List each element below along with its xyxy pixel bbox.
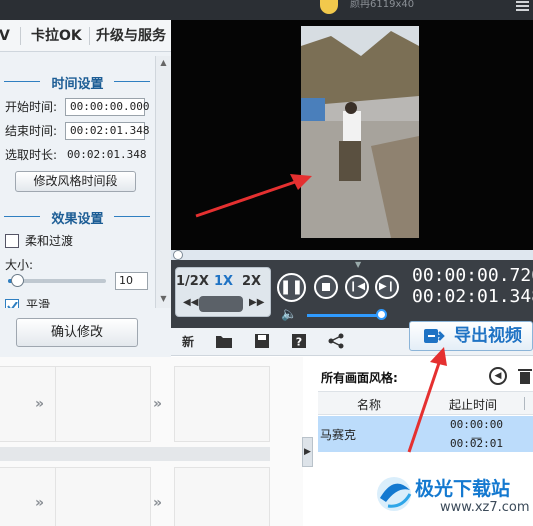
annotation-arrow-icon <box>195 174 312 218</box>
watermark-text: 极光下载站 <box>415 478 511 500</box>
watermark-url: www.xz7.com <box>440 500 530 515</box>
annotation-arrow-icon <box>407 347 447 453</box>
annotation-arrows <box>195 174 447 453</box>
